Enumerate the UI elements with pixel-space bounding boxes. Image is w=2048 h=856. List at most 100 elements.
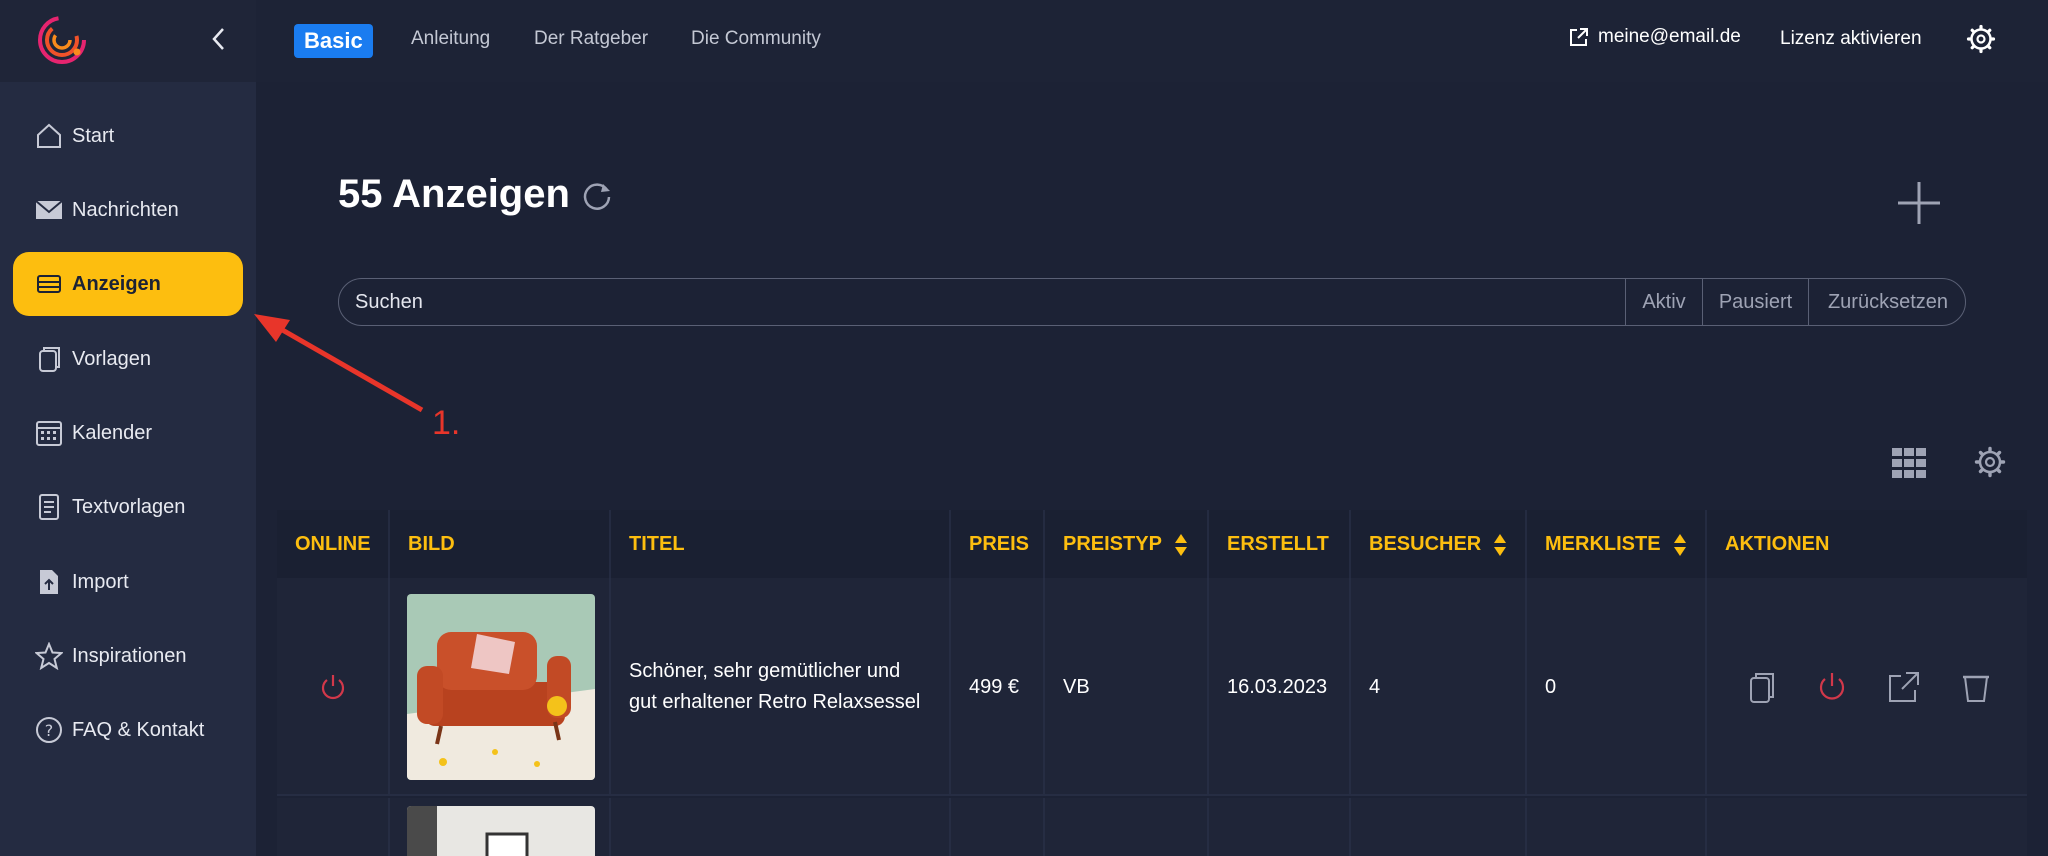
email-link[interactable]: meine@email.de	[1568, 26, 1741, 48]
cell-online	[277, 798, 390, 856]
cell-aktionen	[1707, 798, 2027, 856]
sidebar-item-vorlagen[interactable]: Vorlagen	[13, 327, 243, 391]
sort-icon[interactable]	[1174, 533, 1188, 557]
top-bar: Basic Anleitung Der Ratgeber Die Communi…	[256, 0, 2048, 82]
home-icon	[37, 123, 61, 148]
nav-link-anleitung[interactable]: Anleitung	[411, 28, 490, 50]
app-logo[interactable]	[34, 8, 90, 70]
file-upload-icon	[40, 570, 58, 594]
svg-text:?: ?	[45, 721, 54, 740]
add-ad-button[interactable]	[1896, 180, 1942, 226]
table-header: ONLINE BILD TITEL PREIS PREISTYP ERSTELL…	[277, 510, 2027, 578]
sidebar-item-label: Kalender	[72, 422, 153, 444]
sidebar-item-label: Textvorlagen	[72, 496, 186, 518]
sort-icon[interactable]	[1493, 533, 1507, 557]
ad-title: Schöner, sehr gemütlicher und gut erhalte…	[629, 578, 920, 796]
nav-link-ratgeber[interactable]: Der Ratgeber	[534, 28, 648, 50]
sidebar-item-label: Vorlagen	[72, 348, 151, 370]
sidebar-item-start[interactable]: Start	[13, 104, 243, 168]
help-icon: ?	[36, 717, 62, 743]
nav-link-community[interactable]: Die Community	[691, 28, 821, 50]
cell-erstellt	[1209, 798, 1351, 856]
sidebar-item-label: Import	[72, 571, 129, 593]
column-header-erstellt: ERSTELLT	[1209, 510, 1351, 578]
email-label: meine@email.de	[1598, 26, 1741, 47]
cell-online	[277, 578, 390, 796]
sidebar-header	[0, 0, 256, 82]
column-header-preistyp[interactable]: PREISTYP	[1045, 510, 1209, 578]
filter-aktiv-button[interactable]: Aktiv	[1625, 279, 1702, 325]
cell-titel	[611, 798, 951, 856]
cell-merkliste	[1527, 798, 1707, 856]
cell-bild	[390, 798, 611, 856]
ad-thumbnail-image[interactable]	[407, 806, 595, 856]
ad-price-type: VB	[1063, 675, 1090, 698]
sidebar-item-kalender[interactable]: Kalender	[13, 401, 243, 465]
cell-besucher: 4	[1351, 578, 1527, 796]
grid-view-icon[interactable]	[1892, 448, 1926, 478]
table-settings-icon[interactable]	[1974, 446, 2006, 478]
page-title: 55 Anzeigen	[338, 172, 570, 216]
duplicate-icon[interactable]	[1745, 670, 1779, 704]
cell-preis: 499 €	[951, 578, 1045, 796]
ad-price: 499 €	[969, 675, 1020, 698]
ad-thumbnail-image[interactable]	[407, 594, 595, 780]
refresh-icon[interactable]	[580, 180, 614, 214]
chevron-left-icon[interactable]	[208, 24, 230, 54]
table-row	[277, 798, 2027, 856]
column-header-titel: TITEL	[611, 510, 951, 578]
ad-created-date: 16.03.2023	[1227, 675, 1328, 698]
star-icon	[35, 642, 63, 670]
power-toggle-icon[interactable]	[318, 672, 348, 702]
plan-badge: Basic	[294, 24, 373, 58]
power-toggle-icon[interactable]	[1815, 670, 1849, 704]
sidebar-item-label: Start	[72, 125, 115, 147]
sidebar-item-inspirationen[interactable]: Inspirationen	[13, 624, 243, 688]
column-header-merkliste[interactable]: MERKLISTE	[1527, 510, 1707, 578]
envelope-icon	[35, 200, 63, 219]
trash-icon[interactable]	[1959, 670, 1993, 704]
cell-aktionen	[1707, 578, 2027, 796]
sidebar-item-import[interactable]: Import	[13, 550, 243, 614]
sort-icon[interactable]	[1673, 533, 1687, 557]
table-row: Schöner, sehr gemütlicher und gut erhalte…	[277, 578, 2027, 796]
annotation-label-1: 1.	[432, 404, 461, 442]
calendar-icon	[36, 421, 62, 446]
cell-titel: Schöner, sehr gemütlicher und gut erhalte…	[611, 578, 951, 796]
sidebar-item-label: FAQ & Kontakt	[72, 719, 205, 741]
cell-preistyp	[1045, 798, 1209, 856]
sidebar-item-faq-kontakt[interactable]: ? FAQ & Kontakt	[13, 698, 243, 762]
sidebar-item-label: Anzeigen	[72, 273, 161, 295]
cell-merkliste: 0	[1527, 578, 1707, 796]
external-link-icon[interactable]	[1887, 670, 1921, 704]
column-header-bild: BILD	[390, 510, 611, 578]
ads-table: ONLINE BILD TITEL PREIS PREISTYP ERSTELL…	[277, 510, 2027, 856]
sidebar-item-label: Nachrichten	[72, 199, 179, 221]
search-bar: Aktiv Pausiert Zurücksetzen	[338, 278, 1966, 326]
gear-icon[interactable]	[1966, 24, 1996, 54]
external-link-icon	[1570, 28, 1588, 46]
sidebar-item-nachrichten[interactable]: Nachrichten	[13, 178, 243, 242]
ads-icon	[37, 275, 61, 293]
document-icon	[39, 494, 59, 520]
sidebar-item-label: Inspirationen	[72, 645, 187, 667]
column-header-label: BESUCHER	[1369, 533, 1482, 555]
copy-icon	[39, 347, 60, 372]
search-input[interactable]	[339, 279, 1625, 325]
ad-title-line-2: gut erhaltener Retro Relaxsessel	[629, 691, 921, 713]
ad-watchlist-count: 0	[1545, 675, 1557, 698]
cell-besucher	[1351, 798, 1527, 856]
column-header-besucher[interactable]: BESUCHER	[1351, 510, 1527, 578]
sidebar-item-textvorlagen[interactable]: Textvorlagen	[13, 475, 243, 539]
column-header-label: MERKLISTE	[1545, 533, 1661, 555]
column-header-label: PREISTYP	[1063, 533, 1162, 555]
filter-pausiert-button[interactable]: Pausiert	[1702, 279, 1808, 325]
cell-erstellt: 16.03.2023	[1209, 578, 1351, 796]
sidebar-item-anzeigen[interactable]: Anzeigen	[13, 252, 243, 316]
ad-title-line-1: Schöner, sehr gemütlicher und	[629, 660, 901, 682]
license-activate-button[interactable]: Lizenz aktivieren	[1780, 28, 1922, 50]
ad-visitors: 4	[1369, 675, 1381, 698]
cell-preis	[951, 798, 1045, 856]
column-header-aktionen: AKTIONEN	[1725, 533, 1830, 555]
reset-filter-button[interactable]: Zurücksetzen	[1808, 279, 1965, 325]
